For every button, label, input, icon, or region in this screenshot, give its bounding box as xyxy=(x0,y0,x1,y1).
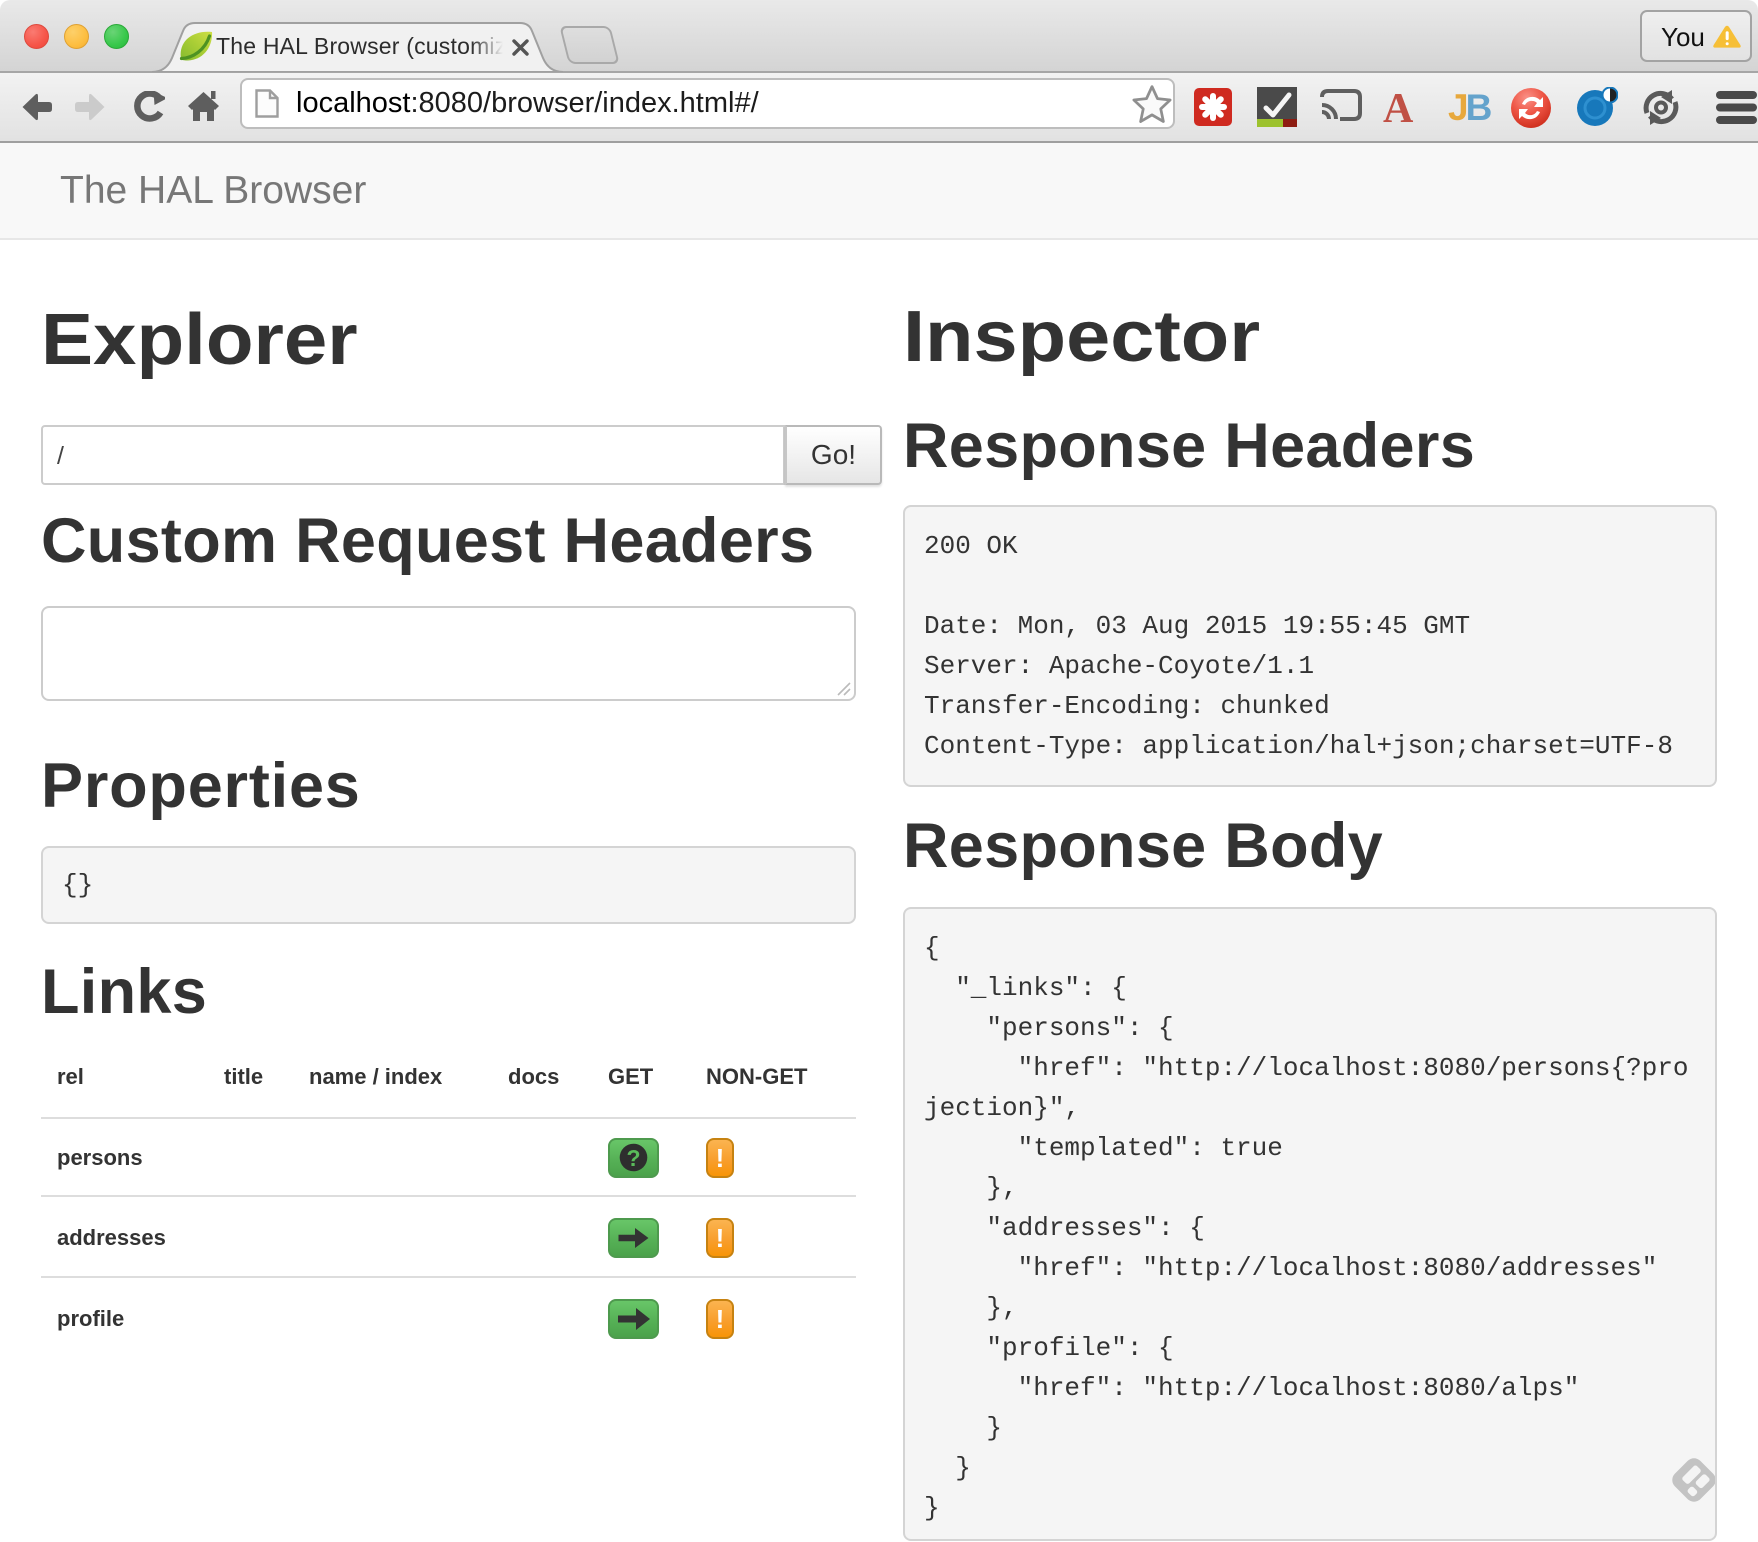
svg-text:?: ? xyxy=(626,1145,640,1171)
